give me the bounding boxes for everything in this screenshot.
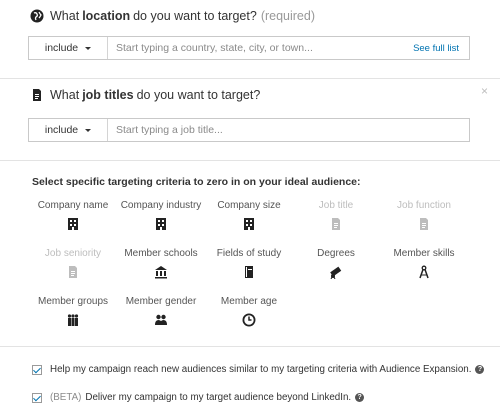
location-include-value: include bbox=[44, 42, 79, 54]
criteria-company-size[interactable]: Company size bbox=[204, 199, 294, 231]
location-question-pre: What bbox=[50, 9, 80, 23]
document-icon bbox=[69, 266, 77, 278]
job-titles-question: What job titles do you want to target? bbox=[30, 88, 260, 102]
globe-icon bbox=[30, 9, 44, 23]
building-icon bbox=[244, 218, 254, 230]
beta-delivery-checkbox[interactable] bbox=[32, 392, 42, 403]
job-title-placeholder: Start typing a job title... bbox=[116, 124, 223, 136]
clock-icon bbox=[242, 313, 256, 327]
location-include-select[interactable]: include bbox=[29, 37, 108, 59]
divider bbox=[0, 346, 500, 347]
criteria-label: Company name bbox=[37, 200, 109, 211]
job-titles-question-bold: job titles bbox=[82, 88, 134, 102]
job-title-input[interactable]: Start typing a job title... bbox=[108, 119, 469, 141]
location-input[interactable]: Start typing a country, state, city, or … bbox=[108, 37, 413, 59]
criteria-job-function: Job function bbox=[379, 199, 469, 231]
criteria-label: Member skills bbox=[393, 248, 455, 259]
location-question-post: do you want to target? bbox=[133, 9, 257, 23]
audience-expansion-label: Help my campaign reach new audiences sim… bbox=[50, 364, 472, 375]
divider bbox=[0, 160, 500, 161]
chevron-down-icon bbox=[85, 128, 92, 132]
criteria-company-name[interactable]: Company name bbox=[28, 199, 118, 231]
chevron-down-icon bbox=[85, 46, 92, 50]
criteria-label: Member age bbox=[220, 296, 278, 307]
criteria-label: Job title bbox=[318, 200, 354, 211]
criteria-member-schools[interactable]: Member schools bbox=[116, 247, 206, 279]
beta-delivery-option: (BETA) Deliver my campaign to my target … bbox=[32, 392, 365, 403]
job-titles-question-post: do you want to target? bbox=[136, 88, 261, 102]
criteria-label: Job seniority bbox=[44, 248, 102, 259]
document-icon bbox=[30, 88, 44, 102]
audience-expansion-checkbox[interactable] bbox=[32, 364, 42, 375]
building-icon bbox=[68, 218, 78, 230]
document-icon bbox=[332, 218, 340, 230]
beta-delivery-label: Deliver my campaign to my target audienc… bbox=[85, 392, 352, 403]
building-icon bbox=[156, 218, 166, 230]
criteria-label: Fields of study bbox=[216, 248, 282, 259]
criteria-member-age[interactable]: Member age bbox=[204, 295, 294, 327]
criteria-job-title: Job title bbox=[291, 199, 381, 231]
school-icon bbox=[155, 266, 167, 279]
criteria-job-seniority: Job seniority bbox=[28, 247, 118, 279]
location-question-bold: location bbox=[82, 9, 131, 23]
location-question: What location do you want to target? (re… bbox=[30, 9, 315, 23]
job-title-include-value: include bbox=[44, 124, 79, 136]
diploma-icon bbox=[330, 266, 342, 279]
close-icon[interactable]: × bbox=[481, 84, 488, 98]
criteria-label: Member gender bbox=[125, 296, 197, 307]
see-full-list-link[interactable]: See full list bbox=[413, 37, 469, 59]
help-icon[interactable]: ? bbox=[475, 365, 485, 374]
criteria-member-groups[interactable]: Member groups bbox=[28, 295, 118, 327]
required-label: (required) bbox=[260, 9, 315, 23]
location-placeholder: Start typing a country, state, city, or … bbox=[116, 42, 313, 54]
criteria-member-skills[interactable]: Member skills bbox=[379, 247, 469, 279]
help-icon[interactable]: ? bbox=[355, 393, 365, 402]
divider bbox=[0, 78, 500, 79]
criteria-company-industry[interactable]: Company industry bbox=[116, 199, 206, 231]
criteria-label: Company size bbox=[217, 200, 281, 211]
job-titles-question-pre: What bbox=[50, 88, 80, 102]
compass-icon bbox=[419, 265, 429, 279]
criteria-label: Job function bbox=[397, 200, 451, 211]
criteria-label: Member schools bbox=[124, 248, 198, 259]
criteria-label: Degrees bbox=[317, 248, 355, 259]
criteria-member-gender[interactable]: Member gender bbox=[116, 295, 206, 327]
location-field: include Start typing a country, state, c… bbox=[28, 36, 470, 60]
audience-expansion-option: Help my campaign reach new audiences sim… bbox=[32, 364, 485, 375]
criteria-label: Company industry bbox=[120, 200, 202, 211]
book-icon bbox=[245, 266, 253, 278]
criteria-fields-of-study[interactable]: Fields of study bbox=[204, 247, 294, 279]
group-icon bbox=[67, 314, 79, 326]
document-icon bbox=[420, 218, 428, 230]
job-title-include-select[interactable]: include bbox=[29, 119, 108, 141]
job-title-field: include Start typing a job title... bbox=[28, 118, 470, 142]
people-icon bbox=[155, 314, 167, 325]
criteria-degrees[interactable]: Degrees bbox=[291, 247, 381, 279]
criteria-label: Member groups bbox=[37, 296, 109, 307]
criteria-title: Select specific targeting criteria to ze… bbox=[32, 176, 361, 188]
beta-label: (BETA) bbox=[50, 392, 82, 403]
